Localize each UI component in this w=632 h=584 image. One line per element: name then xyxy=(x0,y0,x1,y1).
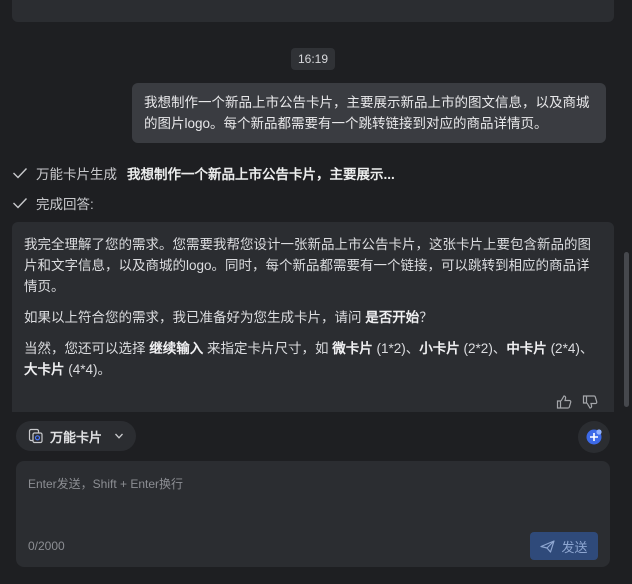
chevron-down-icon xyxy=(115,433,123,439)
add-assistant-button[interactable] xyxy=(578,421,610,453)
step-card-generation: 万能卡片生成 我想制作一个新品上市公告卡片，主要展示... xyxy=(12,163,395,183)
send-button-label: 发送 xyxy=(561,539,588,555)
answer-paragraph: 如果以上符合您的需求，我已准备好为您生成卡片，请问 是否开始？ xyxy=(24,307,602,328)
thumbs-up-icon[interactable] xyxy=(556,394,572,410)
step-tool-name: 万能卡片生成 xyxy=(36,167,117,182)
answer-text: ？ xyxy=(419,310,433,325)
previous-feedback-icons[interactable] xyxy=(570,0,600,7)
character-counter: 0/2000 xyxy=(28,539,65,553)
step-complete: 完成回答: xyxy=(12,193,104,213)
answer-text: (2*4)、 xyxy=(546,341,594,356)
message-input[interactable] xyxy=(26,473,590,527)
thumbs-down-icon[interactable] xyxy=(582,394,598,410)
answer-feedback xyxy=(556,394,598,410)
message-timestamp: 16:19 xyxy=(291,48,335,70)
assistant-answer-card: 我完全理解了您的需求。您需要我帮您设计一张新品上市公告卡片，这张卡片上要包含新品… xyxy=(12,222,614,412)
answer-bold-text: 是否开始 xyxy=(365,310,420,325)
message-input-box: 0/2000 发送 xyxy=(16,461,610,567)
scrollbar-thumb[interactable] xyxy=(624,252,629,407)
answer-text: 当然，您还可以选择 xyxy=(24,341,150,356)
send-button[interactable]: 发送 xyxy=(530,532,598,560)
answer-text: 如果以上符合您的需求，我已准备好为您生成卡片，请问 xyxy=(24,310,366,325)
paper-plane-icon xyxy=(540,539,556,553)
answer-bold-text: 中卡片 xyxy=(506,341,547,356)
answer-bold-text: 继续输入 xyxy=(149,341,204,356)
chat-area: 16:19 我想制作一个新品上市公告卡片，主要展示新品上市的图文信息，以及商城的… xyxy=(0,0,622,412)
answer-text: 来指定卡片尺寸，如 xyxy=(203,341,333,356)
card-stack-icon xyxy=(28,428,43,444)
answer-bold-text: 小卡片 xyxy=(419,341,460,356)
answer-paragraph: 我完全理解了您的需求。您需要我帮您设计一张新品上市公告卡片，这张卡片上要包含新品… xyxy=(24,237,591,294)
check-icon xyxy=(13,198,28,209)
chat-scrollbar[interactable] xyxy=(623,0,630,412)
card-type-label: 万能卡片 xyxy=(50,429,103,445)
add-assistant-icon xyxy=(586,429,602,445)
step-tool-name: 完成回答: xyxy=(36,197,94,212)
card-type-selector[interactable]: 万能卡片 xyxy=(16,421,136,451)
answer-paragraph: 当然，您还可以选择 继续输入 来指定卡片尺寸，如 微卡片 (1*2)、小卡片 (… xyxy=(24,338,602,380)
check-icon xyxy=(13,168,28,179)
user-message-bubble: 我想制作一个新品上市公告卡片，主要展示新品上市的图文信息，以及商城的图片logo… xyxy=(132,83,606,143)
answer-text: (1*2)、 xyxy=(372,341,420,356)
answer-text: (4*4)。 xyxy=(64,362,112,377)
previous-answer-card xyxy=(12,0,614,22)
answer-text: (2*2)、 xyxy=(459,341,507,356)
answer-bold-text: 大卡片 xyxy=(24,362,65,377)
step-detail: 我想制作一个新品上市公告卡片，主要展示... xyxy=(127,167,395,182)
answer-bold-text: 微卡片 xyxy=(332,341,373,356)
